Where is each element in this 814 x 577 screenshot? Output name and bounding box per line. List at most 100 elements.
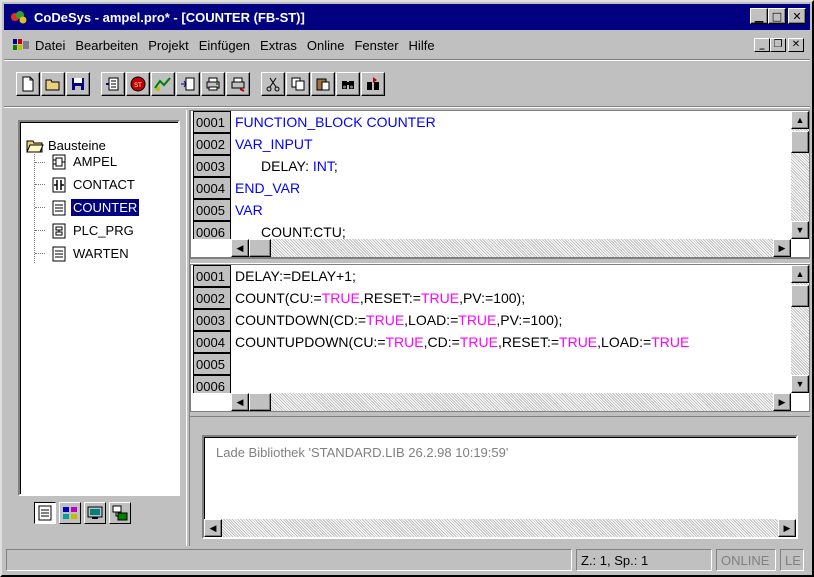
declaration-code-area[interactable]: 0001 FUNCTION_BLOCK COUNTER 0002 VAR_INP… [191, 111, 791, 239]
child-minimize-button[interactable]: _ [754, 38, 770, 52]
body-editor[interactable]: 0001 DELAY:=DELAY+1; 0002 COUNT(CU:=TRUE… [190, 264, 810, 412]
scroll-up-button[interactable]: ▲ [791, 265, 809, 283]
maximize-icon: □ [771, 9, 783, 23]
copy-button[interactable] [286, 72, 310, 96]
code-text: COUNT(CU:=TRUE,RESET:=TRUE,PV:=100); [235, 290, 526, 306]
child-restore-button[interactable]: ❐ [770, 38, 786, 52]
code-line: 0003 DELAY: INT; [191, 155, 791, 177]
tab-data-types[interactable] [59, 502, 81, 524]
declaration-editor[interactable]: 0001 FUNCTION_BLOCK COUNTER 0002 VAR_INP… [190, 110, 810, 258]
tree-item-ampel[interactable]: AMPEL [44, 153, 119, 170]
title-bar[interactable]: CoDeSys - ampel.pro* - [COUNTER (FB-ST)]… [4, 4, 810, 30]
step-button[interactable] [176, 72, 200, 96]
tree-item-warten[interactable]: WARTEN [44, 245, 131, 262]
menu-online[interactable]: Online [302, 38, 350, 53]
print-preview-button[interactable] [226, 72, 250, 96]
line-number: 0002 [193, 133, 231, 155]
arrow-down-icon: ▼ [795, 224, 805, 235]
tree-item-contact[interactable]: CONTACT [44, 176, 137, 193]
horizontal-scrollbar[interactable]: ◀ ▶ [231, 393, 791, 411]
close-icon: ✕ [791, 39, 801, 50]
arrow-up-icon: ▲ [795, 114, 805, 125]
insert-declaration-button[interactable] [101, 72, 125, 96]
scroll-thumb[interactable] [791, 285, 809, 307]
scroll-up-button[interactable]: ▲ [791, 111, 809, 129]
tab-visualizations[interactable] [84, 502, 106, 524]
arrow-left-icon: ◀ [236, 396, 244, 407]
line-number: 0003 [193, 309, 231, 331]
status-online: ONLINE [716, 549, 776, 571]
code-text: DELAY:=DELAY+1; [235, 268, 356, 284]
code-line: 0002 VAR_INPUT [191, 133, 791, 155]
run-icon [154, 77, 171, 91]
scroll-thumb[interactable] [791, 131, 809, 153]
find-next-icon [367, 77, 379, 90]
menu-hilfe[interactable]: Hilfe [404, 38, 440, 53]
scroll-right-button[interactable]: ▶ [773, 239, 791, 257]
document-window-icon[interactable] [12, 38, 30, 52]
scroll-down-button[interactable]: ▼ [791, 221, 809, 239]
stop-icon: ST [130, 76, 146, 92]
arrow-right-icon: ▶ [778, 396, 786, 407]
cut-button[interactable] [261, 72, 285, 96]
pou-tree[interactable]: Bausteine AMPEL CONTACT COUNTER PLC_PRG … [18, 120, 180, 496]
tree-item-label: PLC_PRG [73, 223, 134, 238]
scroll-left-button[interactable]: ◀ [204, 519, 222, 537]
line-number: 0005 [193, 199, 231, 221]
menu-extras[interactable]: Extras [255, 38, 302, 53]
message-text: Lade Bibliothek 'STANDARD.LIB 26.2.98 10… [216, 445, 509, 460]
tree-item-label: COUNTER [71, 199, 140, 216]
scroll-down-button[interactable]: ▼ [791, 375, 809, 393]
close-button[interactable]: ✕ [788, 8, 806, 24]
horizontal-scrollbar[interactable]: ◀ ▶ [204, 519, 796, 537]
find-next-button[interactable] [361, 72, 385, 96]
vertical-scrollbar[interactable]: ▲ ▼ [791, 265, 809, 393]
menu-projekt[interactable]: Projekt [143, 38, 193, 53]
open-button[interactable] [41, 72, 65, 96]
code-text: END_VAR [235, 180, 301, 196]
find-button[interactable] [336, 72, 360, 96]
tree-item-counter[interactable]: COUNTER [44, 199, 140, 216]
save-button[interactable] [66, 72, 90, 96]
scroll-thumb[interactable] [249, 239, 271, 257]
message-list[interactable]: Lade Bibliothek 'STANDARD.LIB 26.2.98 10… [202, 435, 798, 539]
new-button[interactable] [16, 72, 40, 96]
data-types-tab-icon [63, 507, 77, 519]
arrow-left-icon: ◀ [236, 242, 244, 253]
object-organizer: Bausteine AMPEL CONTACT COUNTER PLC_PRG … [8, 110, 186, 546]
scroll-left-button[interactable]: ◀ [231, 393, 249, 411]
print-button[interactable] [201, 72, 225, 96]
menu-einfuegen[interactable]: Einfügen [194, 38, 255, 53]
tree-root-bausteine[interactable]: Bausteine [26, 138, 106, 153]
body-code-area[interactable]: 0001 DELAY:=DELAY+1; 0002 COUNT(CU:=TRUE… [191, 265, 791, 393]
child-close-button[interactable]: ✕ [788, 38, 804, 52]
maximize-button[interactable]: □ [768, 8, 786, 24]
tab-pous[interactable] [34, 502, 56, 524]
close-icon: ✕ [792, 9, 802, 23]
toolbar-separator [4, 106, 810, 108]
scroll-left-button[interactable]: ◀ [231, 239, 249, 257]
run-button[interactable] [151, 72, 175, 96]
vertical-scrollbar[interactable]: ▲ ▼ [791, 111, 809, 239]
scroll-right-button[interactable]: ▶ [778, 519, 796, 537]
minimize-button[interactable]: ▁ [750, 8, 768, 24]
declaration-icon [106, 77, 119, 91]
arrow-right-icon: ▶ [783, 522, 791, 533]
code-line: 0005 [191, 353, 791, 375]
pou-tab-icon [38, 505, 52, 521]
code-text: VAR_INPUT [235, 136, 313, 152]
step-icon [181, 77, 195, 91]
menu-datei[interactable]: Datei [30, 38, 70, 53]
menu-fenster[interactable]: Fenster [349, 38, 403, 53]
paste-button[interactable] [311, 72, 335, 96]
tab-resources[interactable] [109, 502, 131, 524]
stop-button[interactable]: ST [126, 72, 150, 96]
folder-open-icon [26, 140, 44, 152]
scroll-right-button[interactable]: ▶ [773, 393, 791, 411]
menu-bearbeiten[interactable]: Bearbeiten [70, 38, 143, 53]
scroll-thumb[interactable] [249, 393, 271, 411]
visualization-tab-icon [87, 506, 103, 519]
tree-item-plc-prg[interactable]: PLC_PRG [44, 222, 136, 239]
line-number: 0002 [193, 287, 231, 309]
horizontal-scrollbar[interactable]: ◀ ▶ [231, 239, 791, 257]
